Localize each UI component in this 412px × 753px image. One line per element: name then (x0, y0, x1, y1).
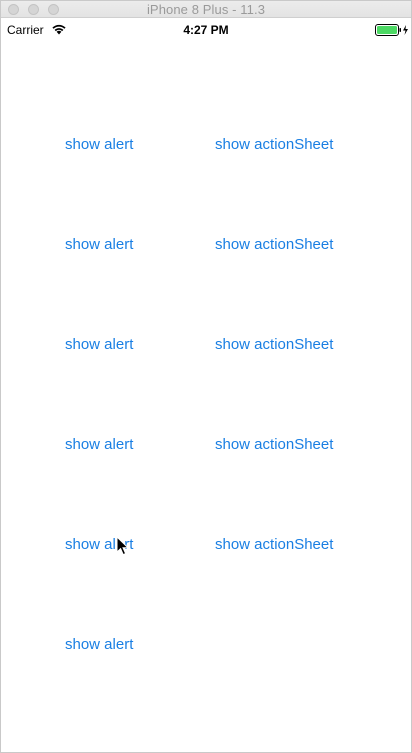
show-actionsheet-button-3[interactable]: show actionSheet (215, 336, 333, 354)
mouse-cursor-icon (116, 536, 130, 556)
simulator-window: iPhone 8 Plus - 11.3 Carrier 4:27 PM sho… (0, 0, 412, 753)
show-alert-button-1[interactable]: show alert (65, 136, 133, 154)
show-alert-button-2[interactable]: show alert (65, 236, 133, 254)
ios-status-bar: Carrier 4:27 PM (1, 19, 411, 41)
show-alert-button-4[interactable]: show alert (65, 436, 133, 454)
show-alert-button-6[interactable]: show alert (65, 636, 133, 654)
show-actionsheet-button-1[interactable]: show actionSheet (215, 136, 333, 154)
show-alert-button-3[interactable]: show alert (65, 336, 133, 354)
battery-charging-icon (375, 24, 408, 36)
window-title: iPhone 8 Plus - 11.3 (146, 2, 266, 17)
status-time: 4:27 PM (183, 23, 229, 37)
window-titlebar: iPhone 8 Plus - 11.3 (1, 1, 411, 18)
show-actionsheet-button-5[interactable]: show actionSheet (215, 536, 333, 554)
show-actionsheet-button-2[interactable]: show actionSheet (215, 236, 333, 254)
show-actionsheet-button-4[interactable]: show actionSheet (215, 436, 333, 454)
